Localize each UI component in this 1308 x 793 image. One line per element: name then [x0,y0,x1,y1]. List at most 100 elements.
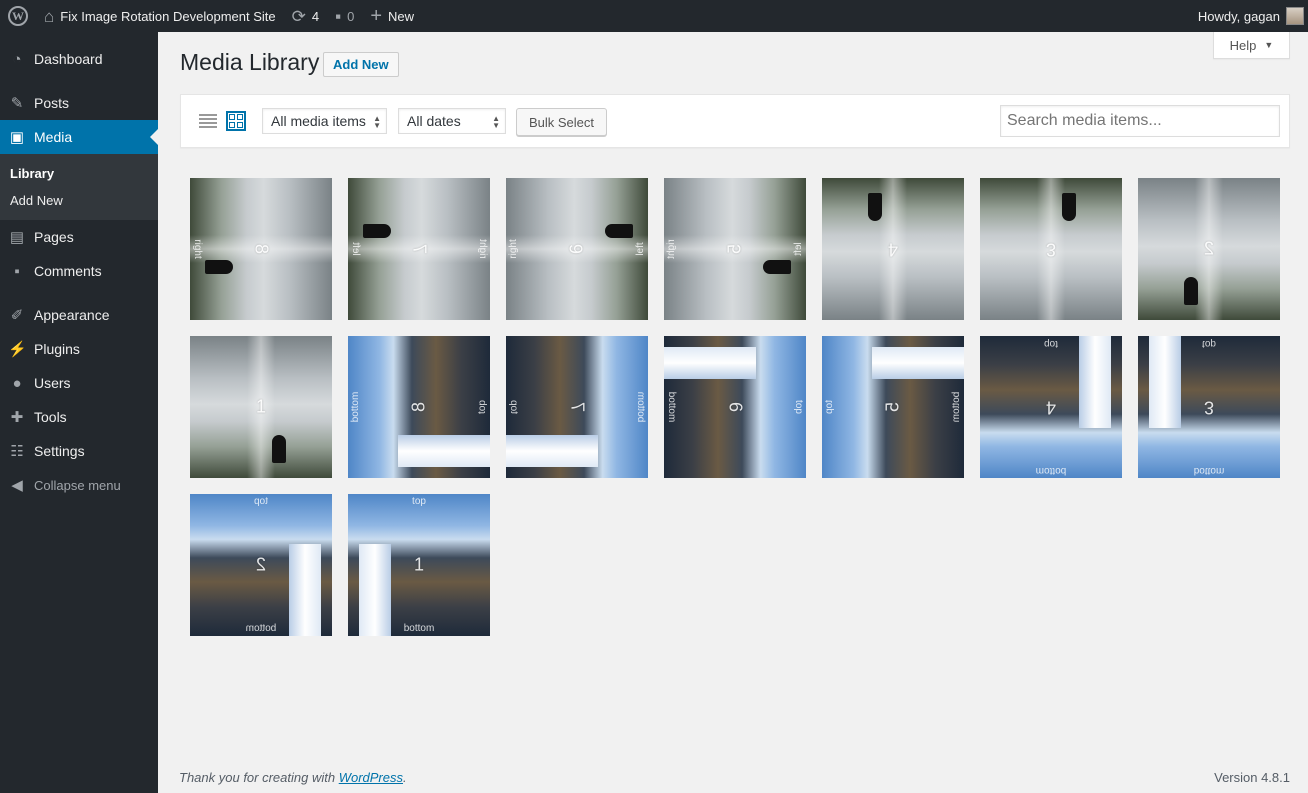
comments-link[interactable]: ▪ 0 [327,0,362,32]
appearance-icon: ✐ [10,307,24,324]
media-thumbnail[interactable]: 1 top bottom [348,494,490,636]
media-thumbnail[interactable]: 4 [822,178,964,320]
thumbnail-image: 3 [980,178,1122,320]
search-input[interactable] [1000,105,1280,137]
thumbnail-bottom-label: left [350,242,361,256]
thumbnail-number: 5 [724,243,745,255]
pin-icon: ✎ [10,95,24,112]
version-text: Version 4.8.1 [1214,770,1290,785]
thumbnail-image: 1 top bottom [348,494,490,636]
thumbnail-image: 4 [822,178,964,320]
thumbnail-top-label: bottom [635,391,646,423]
media-thumbnail[interactable]: 6 right left [506,178,648,320]
site-name-link[interactable]: ⌂ Fix Image Rotation Development Site [36,0,284,32]
thumbnail-bottom-label: top [1044,338,1058,349]
thumbnail-number: 2 [1203,238,1215,259]
sidebar-item-appearance[interactable]: ✐ Appearance [0,298,158,332]
thumbnail-number: 1 [413,554,425,575]
sidebar-item-pages[interactable]: ▤ Pages [0,220,158,254]
home-icon: ⌂ [44,6,55,26]
sidebar-item-users[interactable]: ● Users [0,366,158,400]
thumbnail-bottom-label: bottom [951,391,962,423]
add-new-button[interactable]: Add New [323,52,399,77]
wordpress-logo-icon: W [8,6,28,26]
sidebar-item-posts[interactable]: ✎ Posts [0,86,158,120]
media-submenu: Library Add New [0,154,158,220]
grid-view-icon[interactable] [226,111,246,131]
help-tab-button[interactable]: Help ▼ [1213,32,1290,59]
footer-thanks-end: . [403,770,407,785]
media-thumbnail[interactable]: 2 [1138,178,1280,320]
caret-down-icon: ▼ [1264,40,1274,50]
thumbnail-number: 3 [1203,397,1215,418]
thumbnail-bottom-label: left [635,242,646,256]
media-type-filter[interactable]: All media items ▲ ▼ [262,108,387,134]
thumbnail-number: 7 [567,401,588,413]
media-thumbnail[interactable]: 8 right [190,178,332,320]
sidebar-item-settings[interactable]: ☷ Settings [0,434,158,468]
thumbnail-image: 7 bottom top [506,336,648,478]
wp-menu[interactable]: W [0,0,36,32]
thumbnail-top-label: top [412,496,426,507]
select-arrows-icon: ▲ ▼ [373,114,381,130]
media-thumbnail[interactable]: 3 [980,178,1122,320]
thumbnail-image: 8 right [190,178,332,320]
media-thumbnail[interactable]: 5 right left [664,178,806,320]
collapse-arrow-icon: ◀ [11,477,23,494]
thumbnail-image: 7 right left [348,178,490,320]
thumbnail-image: 5 right left [664,178,806,320]
media-thumbnail[interactable]: 6 top bottom [664,336,806,478]
media-thumbnail[interactable]: 7 right left [348,178,490,320]
media-thumbnail[interactable]: 5 top bottom [822,336,964,478]
sidebar-item-label: Users [34,375,71,391]
my-account[interactable]: Howdy, gagan [1198,7,1308,25]
wordpress-link[interactable]: WordPress [339,770,403,785]
submenu-add-new[interactable]: Add New [0,187,158,214]
sidebar-item-tools[interactable]: ✚ Tools [0,400,158,434]
media-thumbnail[interactable]: 8 bottom top [348,336,490,478]
footer-thanks: Thank you for creating with WordPress. [179,770,407,785]
thumbnail-top-label: bottom [1035,465,1067,476]
sidebar-item-label: Appearance [34,307,110,323]
thumbnail-top-label: top [254,496,268,507]
media-thumbnail[interactable]: 3 bottom top [1138,336,1280,478]
updates-icon: ⟳ [291,6,306,26]
thumbnail-bottom-label: right [192,239,203,259]
settings-icon: ☷ [10,443,24,460]
thumbnail-number: 6 [725,401,746,413]
thumbnail-bottom-label: left [793,242,804,256]
list-view-icon[interactable] [199,112,217,130]
sidebar-item-dashboard[interactable]: ◔ Dashboard [0,42,158,76]
thumbnail-number: 1 [255,396,267,417]
thumbnail-number: 5 [882,401,903,413]
thumbnail-number: 4 [1045,397,1057,418]
media-icon: ▣ [9,129,25,146]
thumbnail-bottom-label: top [1202,338,1216,349]
thumbnail-top-label: bottom [350,391,361,423]
media-thumbnail[interactable]: 4 bottom top [980,336,1122,478]
updates-link[interactable]: ⟳ 4 [284,0,327,32]
thumbnail-image: 2 [1138,178,1280,320]
sidebar-item-media[interactable]: ▣ Media [0,120,158,154]
thumbnail-number: 8 [251,243,272,255]
sidebar-item-label: Dashboard [34,51,103,67]
sidebar-item-comments[interactable]: ▪ Comments [0,254,158,288]
media-thumbnail[interactable]: 7 bottom top [506,336,648,478]
date-filter[interactable]: All dates ▲ ▼ [398,108,506,134]
thumbnail-top-label: top [793,400,804,414]
submenu-library[interactable]: Library [0,160,158,187]
admin-bar: W ⌂ Fix Image Rotation Development Site … [0,0,1308,32]
new-content-link[interactable]: + New [362,0,422,32]
media-thumbnail[interactable]: 1 [190,336,332,478]
thumbnail-image: 3 bottom top [1138,336,1280,478]
media-toolbar: All media items ▲ ▼ All dates ▲ ▼ Bulk Sel… [180,94,1290,148]
pages-icon: ▤ [9,229,25,246]
collapse-menu-button[interactable]: ◀ Collapse menu [0,468,158,502]
sidebar-item-plugins[interactable]: ⚡ Plugins [0,332,158,366]
comment-bubble-icon: ▪ [335,6,342,26]
plugins-icon: ⚡ [8,341,27,358]
thumbnail-bottom-label: top [508,400,519,414]
media-thumbnail[interactable]: 2 top bottom [190,494,332,636]
select-arrows-icon: ▲ ▼ [492,114,500,130]
bulk-select-button[interactable]: Bulk Select [516,108,607,136]
